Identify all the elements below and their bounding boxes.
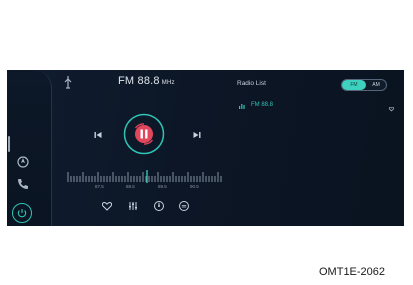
band-am-button[interactable]: AM: [366, 80, 386, 90]
antenna-icon[interactable]: [62, 75, 74, 89]
frequency-unit: MHz: [161, 80, 175, 86]
drag-handle[interactable]: [8, 136, 10, 152]
phone-icon[interactable]: [15, 176, 31, 192]
tuner-label: 87.5: [95, 184, 104, 189]
station-frequency: FM 88.8: [118, 75, 160, 87]
tuner-label: 89.5: [158, 184, 167, 189]
next-icon: [193, 132, 199, 138]
play-pause-icon: [135, 125, 153, 143]
home-button[interactable]: [12, 203, 32, 223]
radio-list-title: Radio List: [237, 80, 266, 87]
previous-icon-bar: [94, 132, 96, 138]
station-title: FM 88.8 MHz: [118, 75, 175, 87]
previous-icon: [96, 132, 102, 138]
equalizer-icon[interactable]: [127, 200, 139, 212]
scan-icon[interactable]: [153, 200, 165, 212]
home-icon: [17, 209, 27, 218]
favorite-icon[interactable]: [101, 200, 113, 212]
now-playing-icon: [239, 104, 245, 109]
previous-button[interactable]: [93, 130, 103, 140]
band-toggle[interactable]: FM AM: [341, 79, 387, 91]
infotainment-screen: FM 88.8 MHz 87.5 88.5 89.5 90.5 Radio Li…: [7, 70, 404, 226]
sidebar: [7, 70, 52, 226]
radio-list-item-label: FM 88.8: [251, 102, 274, 108]
radio-list-item[interactable]: FM 88.8: [239, 102, 395, 112]
tuner-label: 88.5: [126, 184, 135, 189]
tuner-label: 90.5: [190, 184, 199, 189]
navigation-icon[interactable]: [15, 154, 31, 170]
next-button[interactable]: [192, 130, 202, 140]
play-pause-button[interactable]: [123, 113, 165, 155]
figure-caption: OMT1E-2062: [319, 266, 386, 278]
band-fm-button[interactable]: FM: [342, 80, 366, 90]
search-icon[interactable]: [178, 200, 190, 212]
heart-icon[interactable]: [388, 106, 395, 112]
